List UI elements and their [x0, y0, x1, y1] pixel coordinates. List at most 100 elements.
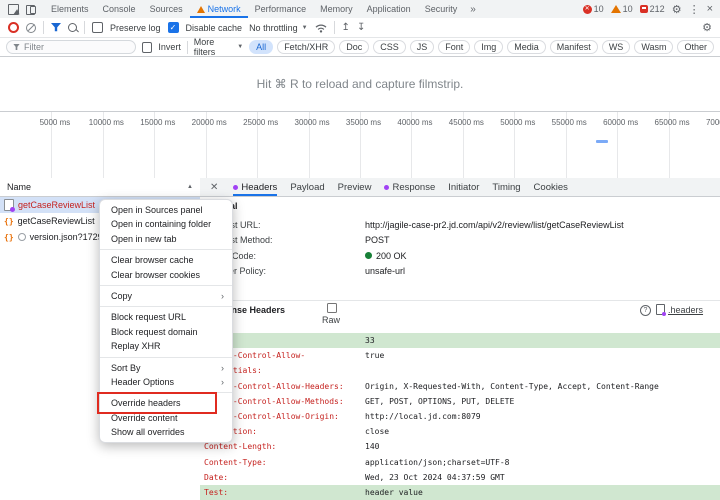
menu-item-block-request-url[interactable]: Block request URL [100, 310, 232, 324]
pill-doc[interactable]: Doc [339, 40, 369, 54]
menu-divider [100, 285, 232, 286]
name-column-header[interactable]: Name ▲ [0, 178, 200, 197]
response-header-row[interactable]: Content-Type:application/json;charset=UT… [200, 455, 720, 470]
response-header-row[interactable]: Access-Control-Allow-Methods:GET, POST, … [200, 394, 720, 409]
response-header-row[interactable]: Connection:close [200, 424, 720, 439]
device-toolbar-icon[interactable] [26, 5, 36, 14]
pill-other[interactable]: Other [677, 40, 714, 54]
pill-ws[interactable]: WS [602, 40, 631, 54]
tab-elements[interactable]: Elements [44, 0, 96, 18]
clear-network-log-button[interactable] [26, 23, 36, 33]
tab-application[interactable]: Application [360, 0, 418, 18]
response-header-value: Wed, 23 Oct 2024 04:37:59 GMT [365, 470, 505, 485]
annotation-highlight-box [97, 392, 217, 414]
preserve-log-checkbox[interactable] [92, 22, 103, 33]
request-name: getCaseReviewList [18, 216, 95, 226]
overview-request-marker [596, 140, 608, 143]
detail-tab-cookies[interactable]: Cookies [534, 178, 568, 196]
menu-item-label: Block request URL [111, 312, 186, 322]
response-header-row[interactable]: Date: Wed, 23 Oct 2024 04:37:59 GMT [200, 470, 720, 485]
invert-checkbox[interactable] [142, 42, 152, 53]
inspect-element-icon[interactable] [8, 4, 19, 15]
tab-label: Security [425, 4, 458, 14]
tab-security[interactable]: Security [418, 0, 465, 18]
config-gear-icon [18, 233, 26, 241]
menu-item-open-in-new-tab[interactable]: Open in new tab [100, 232, 232, 246]
general-row: Request URL:http://jagile-case-pr2.jd.co… [200, 217, 720, 233]
more-panels-chevron-icon[interactable]: » [464, 4, 482, 15]
menu-item-open-in-containing-folder[interactable]: Open in containing folder [100, 217, 232, 231]
tab-network[interactable]: Network [190, 0, 248, 18]
status-ok-dot-icon [365, 252, 372, 259]
menu-divider [100, 306, 232, 307]
filter-toggle-icon[interactable] [51, 23, 61, 32]
issues-badge[interactable]: 212 [640, 4, 665, 14]
settings-gear-icon[interactable]: ⚙ [672, 3, 682, 16]
overview-tick-label: 5000 ms [40, 118, 71, 127]
warning-badge[interactable]: 10 [611, 4, 633, 14]
more-filters-dropdown[interactable]: More filters ▼ [194, 37, 243, 57]
help-icon[interactable]: ? [640, 305, 651, 316]
import-har-icon[interactable]: ↥ [342, 23, 350, 33]
override-file-icon [656, 304, 665, 315]
close-detail-icon[interactable]: ✕ [210, 182, 218, 193]
menu-item-label: Show all overrides [111, 427, 185, 437]
network-conditions-icon[interactable] [315, 23, 327, 33]
response-header-row[interactable]: Access-Control-Allow-Credentials:true [200, 348, 720, 378]
tab-performance[interactable]: Performance [248, 0, 314, 18]
menu-item-sort-by[interactable]: Sort By› [100, 361, 232, 375]
response-header-row[interactable]: Content-Length:140 [200, 439, 720, 454]
menu-item-header-options[interactable]: Header Options› [100, 375, 232, 389]
raw-headers-checkbox[interactable] [327, 303, 337, 313]
detail-tab-headers[interactable]: Headers [233, 178, 277, 196]
pill-all[interactable]: All [249, 40, 273, 54]
pill-manifest[interactable]: Manifest [550, 40, 598, 54]
pill-css[interactable]: CSS [373, 40, 406, 54]
pill-fetch-xhr[interactable]: Fetch/XHR [277, 40, 335, 54]
pill-js[interactable]: JS [410, 40, 435, 54]
menu-divider [100, 249, 232, 250]
record-network-log-button[interactable] [8, 22, 19, 33]
menu-item-open-in-sources-panel[interactable]: Open in Sources panel [100, 203, 232, 217]
response-header-value: header value [365, 485, 423, 500]
detail-tab-response[interactable]: Response [384, 178, 435, 196]
search-icon[interactable] [68, 23, 77, 32]
response-header-row[interactable]: Access-Control-Allow-Origin:http://local… [200, 409, 720, 424]
detail-tabs: Headers Payload Preview Response Initiator Ti… [233, 178, 567, 196]
disable-cache-checkbox[interactable]: ✓ [168, 22, 179, 33]
detail-tab-preview[interactable]: Preview [338, 178, 372, 196]
pill-img[interactable]: Img [474, 40, 503, 54]
response-header-row[interactable]: Test:header value [200, 485, 720, 500]
tab-sources[interactable]: Sources [143, 0, 190, 18]
menu-item-label: Replay XHR [111, 341, 161, 351]
response-header-row[interactable]: 33 [200, 333, 720, 348]
pill-wasm[interactable]: Wasm [634, 40, 673, 54]
network-overview-timeline[interactable]: 5000 ms10000 ms15000 ms20000 ms25000 ms3… [0, 111, 720, 179]
menu-item-copy[interactable]: Copy› [100, 289, 232, 303]
overview-tick-label: 10000 ms [89, 118, 124, 127]
error-badge[interactable]: ✕ 10 [583, 4, 604, 14]
menu-item-replay-xhr[interactable]: Replay XHR [100, 339, 232, 353]
menu-item-clear-browser-cache[interactable]: Clear browser cache [100, 253, 232, 267]
close-devtools-icon[interactable]: × [707, 3, 713, 15]
detail-tab-timing[interactable]: Timing [492, 178, 520, 196]
pill-font[interactable]: Font [438, 40, 470, 54]
response-header-value: Origin, X-Requested-With, Content-Type, … [365, 379, 659, 394]
tab-console[interactable]: Console [96, 0, 143, 18]
menu-item-block-request-domain[interactable]: Block request domain [100, 325, 232, 339]
override-file-link[interactable]: .headers [668, 305, 703, 315]
network-settings-gear-icon[interactable]: ⚙ [702, 21, 712, 34]
response-header-value: 140 [365, 439, 379, 454]
detail-tab-initiator[interactable]: Initiator [448, 178, 479, 196]
detail-tab-payload[interactable]: Payload [290, 178, 324, 196]
pill-media[interactable]: Media [507, 40, 546, 54]
menu-item-clear-browser-cookies[interactable]: Clear browser cookies [100, 268, 232, 282]
filter-input[interactable]: Filter [6, 40, 136, 54]
tab-memory[interactable]: Memory [313, 0, 360, 18]
menu-item-show-all-overrides[interactable]: Show all overrides [100, 425, 232, 439]
kebab-menu-icon[interactable]: ⋮ [689, 3, 700, 16]
throttling-select[interactable]: No throttling ▼ [249, 23, 307, 33]
export-har-icon[interactable]: ↧ [357, 23, 365, 33]
response-header-row[interactable]: Access-Control-Allow-Headers:Origin, X-R… [200, 379, 720, 394]
response-header-key: Date: [204, 470, 354, 485]
